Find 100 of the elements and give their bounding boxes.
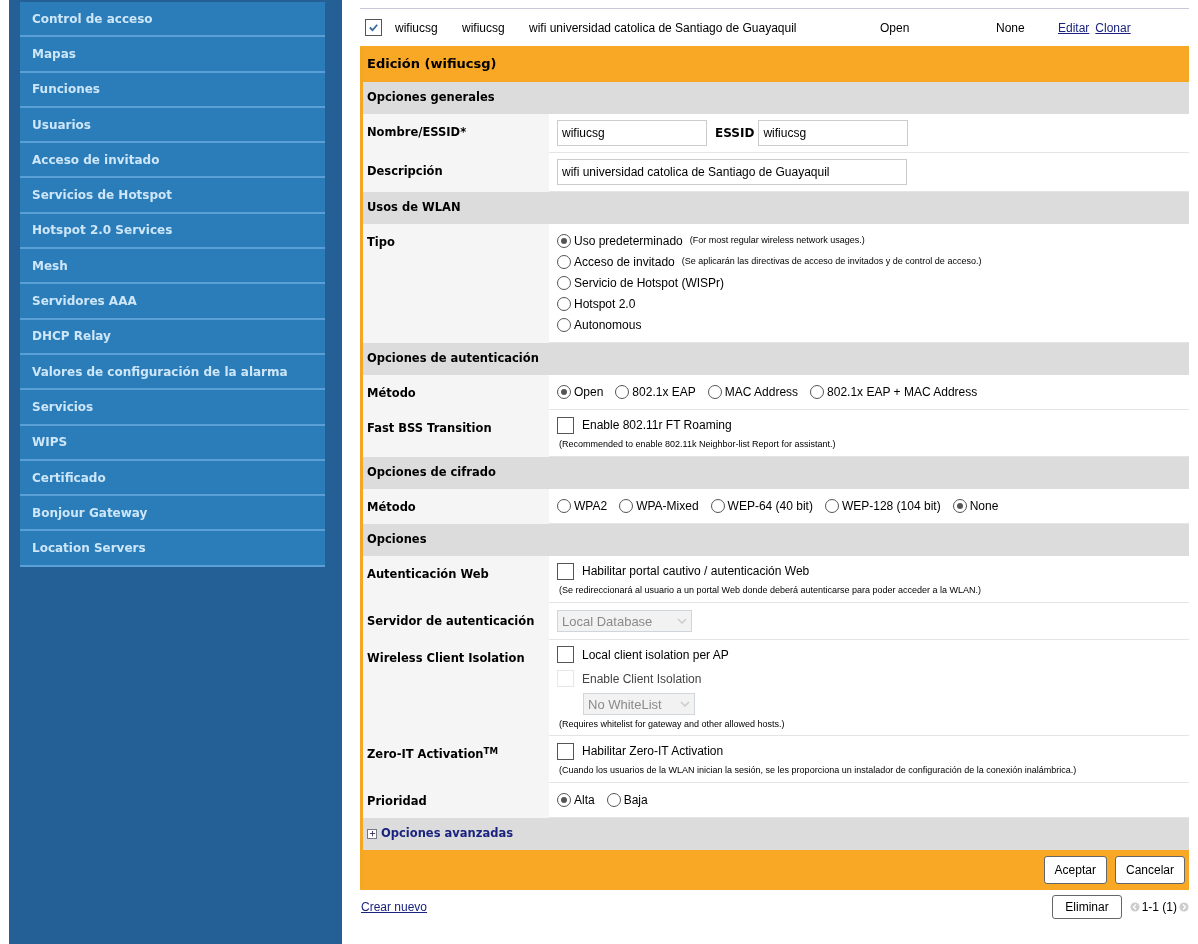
- sidebar-item[interactable]: DHCP Relay: [20, 319, 325, 355]
- radio-button[interactable]: [557, 276, 571, 290]
- section-header: Opciones de autenticación: [363, 343, 1189, 375]
- check-icon: [368, 22, 379, 33]
- radio-label: Baja: [623, 791, 648, 809]
- advanced-options-toggle[interactable]: Opciones avanzadas: [381, 825, 513, 843]
- checkbox[interactable]: [557, 646, 574, 663]
- section-header: Opciones de cifrado: [363, 456, 1189, 489]
- field-label: Descripción: [367, 164, 443, 178]
- radio-label: Hotspot 2.0: [574, 296, 636, 313]
- field-label: Método: [367, 386, 416, 400]
- chevron-down-icon: [677, 618, 687, 625]
- radio-button[interactable]: [707, 385, 722, 400]
- radio-button[interactable]: [606, 792, 621, 807]
- sidebar-item[interactable]: Certificado: [20, 460, 325, 497]
- radio-button[interactable]: [952, 498, 967, 513]
- checkbox-label: Habilitar Zero-IT Activation: [582, 743, 724, 760]
- sidebar-item[interactable]: Usuarios: [20, 107, 325, 144]
- radio-label: WPA2: [574, 497, 608, 515]
- checkbox-label: Enable 802.11r FT Roaming: [582, 417, 732, 435]
- sidebar-item[interactable]: Valores de configuración de la alarma: [20, 354, 325, 391]
- radio-label: Autonomous: [574, 317, 642, 334]
- hint-text: (Se redireccionará al usuario a un portal Web donde deberá autenticarse para poder acceder a la WLAN.): [559, 584, 982, 597]
- dialog-button[interactable]: Aceptar: [1043, 855, 1107, 884]
- text-field[interactable]: wifiucsg: [557, 120, 707, 146]
- sidebar-item[interactable]: Control de acceso: [20, 2, 325, 38]
- field-label: Tipo: [367, 235, 395, 249]
- radio-button[interactable]: [824, 498, 839, 513]
- hint-text: (For most regular wireless network usages.): [689, 234, 865, 248]
- radio-label: WEP-128 (104 bit): [841, 497, 941, 515]
- radio-button[interactable]: [557, 498, 571, 513]
- field-label: ESSID: [715, 125, 755, 142]
- hint-text: (Requires whitelist for gateway and other allowed hosts.): [559, 717, 785, 731]
- checkbox-label: Local client isolation per AP: [582, 646, 729, 664]
- sidebar-item[interactable]: Location Servers: [20, 531, 325, 567]
- radio-label: 802.1x EAP + MAC Address: [827, 384, 978, 402]
- sidebar-item[interactable]: Servicios: [20, 390, 325, 426]
- radio-button[interactable]: [557, 385, 571, 400]
- table-link[interactable]: Editar: [1058, 18, 1090, 37]
- checkbox[interactable]: [365, 19, 382, 36]
- radio-label: 802.1x EAP: [632, 384, 696, 402]
- radio-label: WPA-Mixed: [636, 497, 699, 515]
- hint-text: (Recommended to enable 802.11k Neighbor-list Report for assistant.): [559, 438, 836, 452]
- field-label: Zero-IT Activation$^{TM}$: [367, 747, 498, 761]
- radio-label: Uso predeterminado: [574, 233, 683, 250]
- radio-button[interactable]: [557, 255, 571, 269]
- field-label: Autenticación Web: [367, 567, 489, 581]
- dialog-button[interactable]: Cancelar: [1114, 855, 1185, 884]
- radio-button[interactable]: [710, 498, 725, 513]
- checkbox-label: Enable Client Isolation: [582, 670, 702, 688]
- radio-button[interactable]: [557, 318, 571, 332]
- field-label: Servidor de autenticación: [367, 613, 535, 628]
- table-link[interactable]: Clonar: [1095, 18, 1131, 37]
- sidebar-item[interactable]: Mapas: [20, 37, 325, 73]
- table-cell-text: Open: [880, 19, 911, 37]
- sidebar-item[interactable]: Bonjour Gateway: [20, 496, 325, 532]
- text-field[interactable]: wifiucsg: [758, 120, 909, 146]
- sidebar-item[interactable]: Mesh: [20, 249, 325, 285]
- table-cell-text: wifi universidad catolica de Santiago de Guayaquil: [529, 19, 798, 37]
- table-cell-text: wifiucsg: [462, 19, 506, 37]
- sidebar-item[interactable]: Acceso de invitado: [20, 143, 325, 179]
- radio-button[interactable]: [619, 498, 634, 513]
- table-cell-text: None: [996, 19, 1026, 37]
- field-label: Prioridad: [367, 793, 427, 808]
- field-label: Fast BSS Transition: [367, 421, 492, 436]
- radio-label: Acceso de invitado: [574, 254, 675, 271]
- radio-button[interactable]: [557, 234, 571, 248]
- delete-button[interactable]: Eliminar: [1052, 894, 1122, 919]
- checkbox[interactable]: [557, 742, 574, 760]
- radio-label: Alta: [574, 791, 595, 809]
- field-label: Wireless Client Isolation: [367, 650, 525, 665]
- sidebar-item[interactable]: Hotspot 2.0 Services: [20, 213, 325, 250]
- checkbox[interactable]: [557, 416, 574, 434]
- checkbox[interactable]: [557, 562, 574, 580]
- text-field[interactable]: wifi universidad catolica de Santiago de Guayaquil: [557, 159, 907, 185]
- radio-label: WEP-64 (40 bit): [727, 497, 813, 515]
- sidebar-item[interactable]: Servicios de Hotspot: [20, 178, 325, 214]
- sidebar-item[interactable]: WIPS: [20, 425, 325, 461]
- section-header: Opciones generales: [363, 82, 1189, 114]
- panel-title: Edición (wifiucsg): [363, 46, 1189, 82]
- expand-icon[interactable]: [367, 828, 377, 839]
- chevron-down-icon: [680, 701, 690, 708]
- sidebar-item[interactable]: Servidores AAA: [20, 284, 325, 320]
- radio-label: Open: [574, 384, 604, 402]
- radio-button[interactable]: [810, 385, 825, 400]
- hint-text: (Se aplicarán las directivas de acceso de invitados y de control de acceso.): [681, 255, 982, 269]
- section-header: Opciones: [363, 524, 1189, 556]
- table-cell-text: wifiucsg: [395, 19, 439, 37]
- radio-button[interactable]: [557, 792, 571, 807]
- radio-button[interactable]: [557, 297, 571, 311]
- radio-label: MAC Address: [724, 384, 799, 402]
- section-header: Usos de WLAN: [363, 192, 1189, 224]
- field-label: Nombre/ESSID*: [367, 125, 467, 139]
- checkbox-label: Habilitar portal cautivo / autenticación Web: [582, 563, 810, 580]
- create-new-link[interactable]: Crear nuevo: [361, 897, 428, 916]
- hint-text: (Cuando los usuarios de la WLAN inician la sesión, se les proporciona un instalador de configuración de la conexión inalámbrica.): [559, 764, 1077, 777]
- radio-label: None: [969, 497, 999, 515]
- radio-button[interactable]: [615, 385, 630, 400]
- sidebar-item[interactable]: Funciones: [20, 72, 325, 108]
- pagination-text: 1-1 (1): [1141, 898, 1177, 916]
